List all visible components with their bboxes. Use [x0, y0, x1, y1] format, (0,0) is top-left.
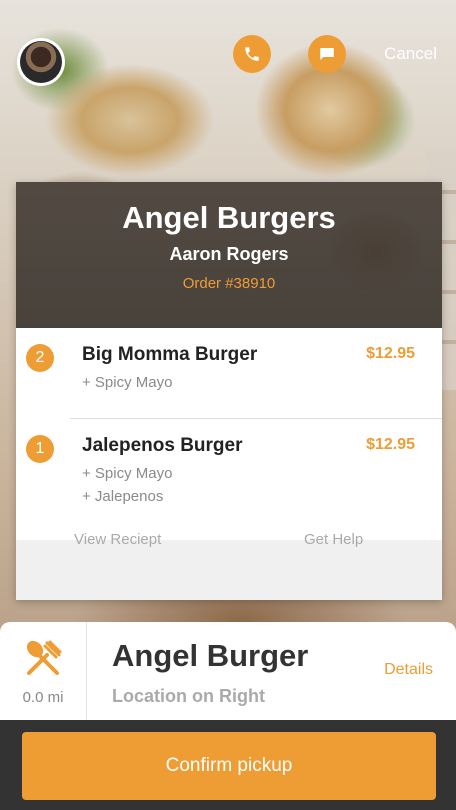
order-card: Angel Burgers Aaron Rogers Order #38910 …: [16, 182, 442, 600]
item-price: $12.95: [366, 345, 415, 362]
destination-panel: 0.0 mi Angel Burger Location on Right De…: [0, 622, 456, 720]
details-link[interactable]: Details: [384, 661, 433, 679]
phone-icon: [245, 47, 259, 61]
restaurant-name: Angel Burgers: [122, 200, 336, 235]
order-number: Order #38910: [182, 275, 276, 292]
destination-icon-box: 0.0 mi: [0, 622, 87, 720]
get-help-link[interactable]: Get Help: [304, 531, 363, 548]
user-photo: [20, 41, 62, 83]
order-items-list: 2 Big Momma Burger $12.95 + Spicy Mayo 1…: [16, 328, 442, 540]
view-receipt-link[interactable]: View Reciept: [74, 531, 161, 548]
item-modifier: + Spicy Mayo: [82, 465, 173, 482]
fork-spoon-icon: [26, 640, 62, 675]
card-footer: View Reciept Get Help: [16, 531, 442, 600]
item-modifier: + Spicy Mayo: [82, 374, 173, 391]
confirm-pickup-button[interactable]: Confirm pickup: [22, 732, 436, 800]
order-header: Angel Burgers Aaron Rogers Order #38910: [16, 182, 442, 328]
item-name: Jalepenos Burger: [82, 435, 243, 456]
action-bar: Confirm pickup: [0, 720, 456, 810]
quantity-badge: 1: [26, 435, 54, 463]
item-modifier: + Jalepenos: [82, 488, 164, 505]
cancel-button[interactable]: Cancel: [384, 44, 437, 64]
call-button[interactable]: [233, 35, 271, 73]
quantity-badge: 2: [26, 344, 54, 372]
message-button[interactable]: [308, 35, 346, 73]
item-name: Big Momma Burger: [82, 344, 258, 365]
driver-avatar[interactable]: [17, 38, 65, 86]
item-price: $12.95: [366, 436, 415, 453]
distance-text: 0.0 mi: [22, 689, 64, 706]
destination-name: Angel Burger: [112, 638, 309, 673]
list-item[interactable]: 1 Jalepenos Burger $12.95 + Spicy Mayo +…: [16, 419, 442, 540]
destination-subtitle: Location on Right: [112, 686, 265, 706]
list-item[interactable]: 2 Big Momma Burger $12.95 + Spicy Mayo: [16, 328, 442, 419]
chat-icon: [320, 48, 334, 60]
customer-name: Aaron Rogers: [169, 244, 289, 264]
